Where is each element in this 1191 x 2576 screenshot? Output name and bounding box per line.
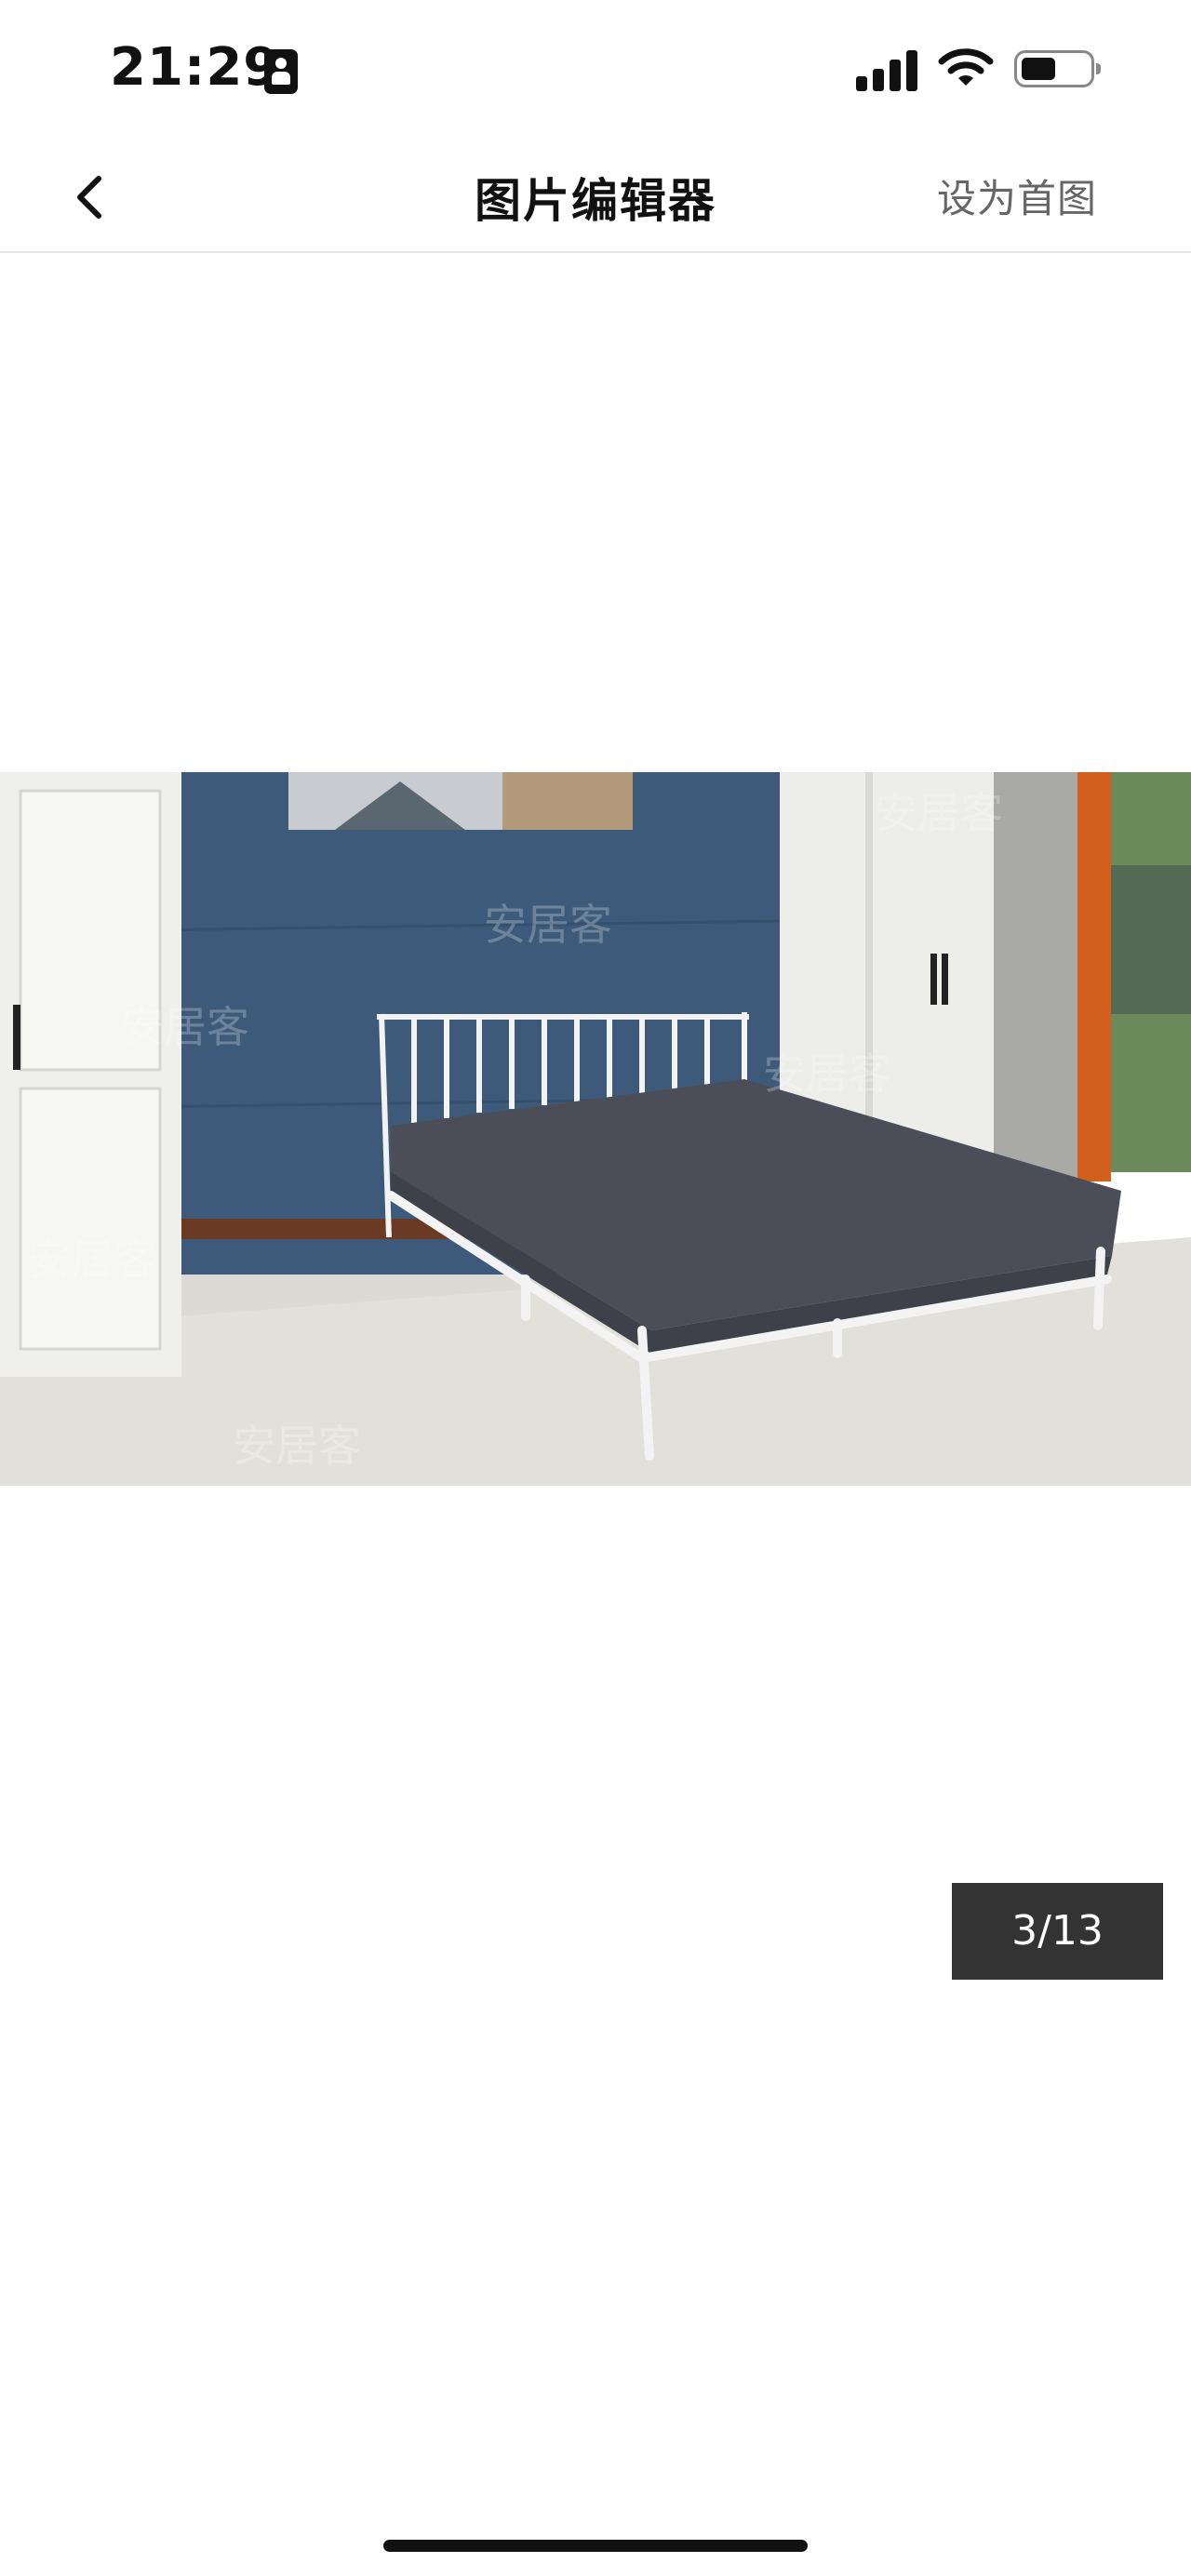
bedroom-photo[interactable]: 安居客 安居客 安居客 安居客 安居客 安居客	[0, 772, 1191, 1486]
bedroom-photo-image: 安居客 安居客 安居客 安居客 安居客 安居客	[0, 772, 1191, 1486]
home-indicator[interactable]	[383, 2540, 808, 2552]
wifi-icon	[938, 45, 994, 89]
watermark-text: 安居客	[763, 1048, 891, 1099]
nav-bar: 图片编辑器 设为首图	[0, 140, 1191, 253]
page-counter: 3/13	[952, 1883, 1163, 1980]
watermark-text: 安居客	[875, 788, 1003, 838]
set-as-cover-button[interactable]: 设为首图	[937, 167, 1097, 224]
status-bar: 21:29	[0, 0, 1191, 140]
watermark-text: 安居客	[28, 1235, 156, 1285]
status-time: 21:29	[110, 37, 281, 98]
watermark-text: 安居客	[484, 900, 612, 950]
watermark-text: 安居客	[233, 1421, 361, 1471]
signal-icon	[856, 47, 919, 91]
watermark-text: 安居客	[121, 1002, 249, 1052]
contact-badge-icon	[264, 49, 298, 94]
battery-icon	[1014, 50, 1101, 87]
